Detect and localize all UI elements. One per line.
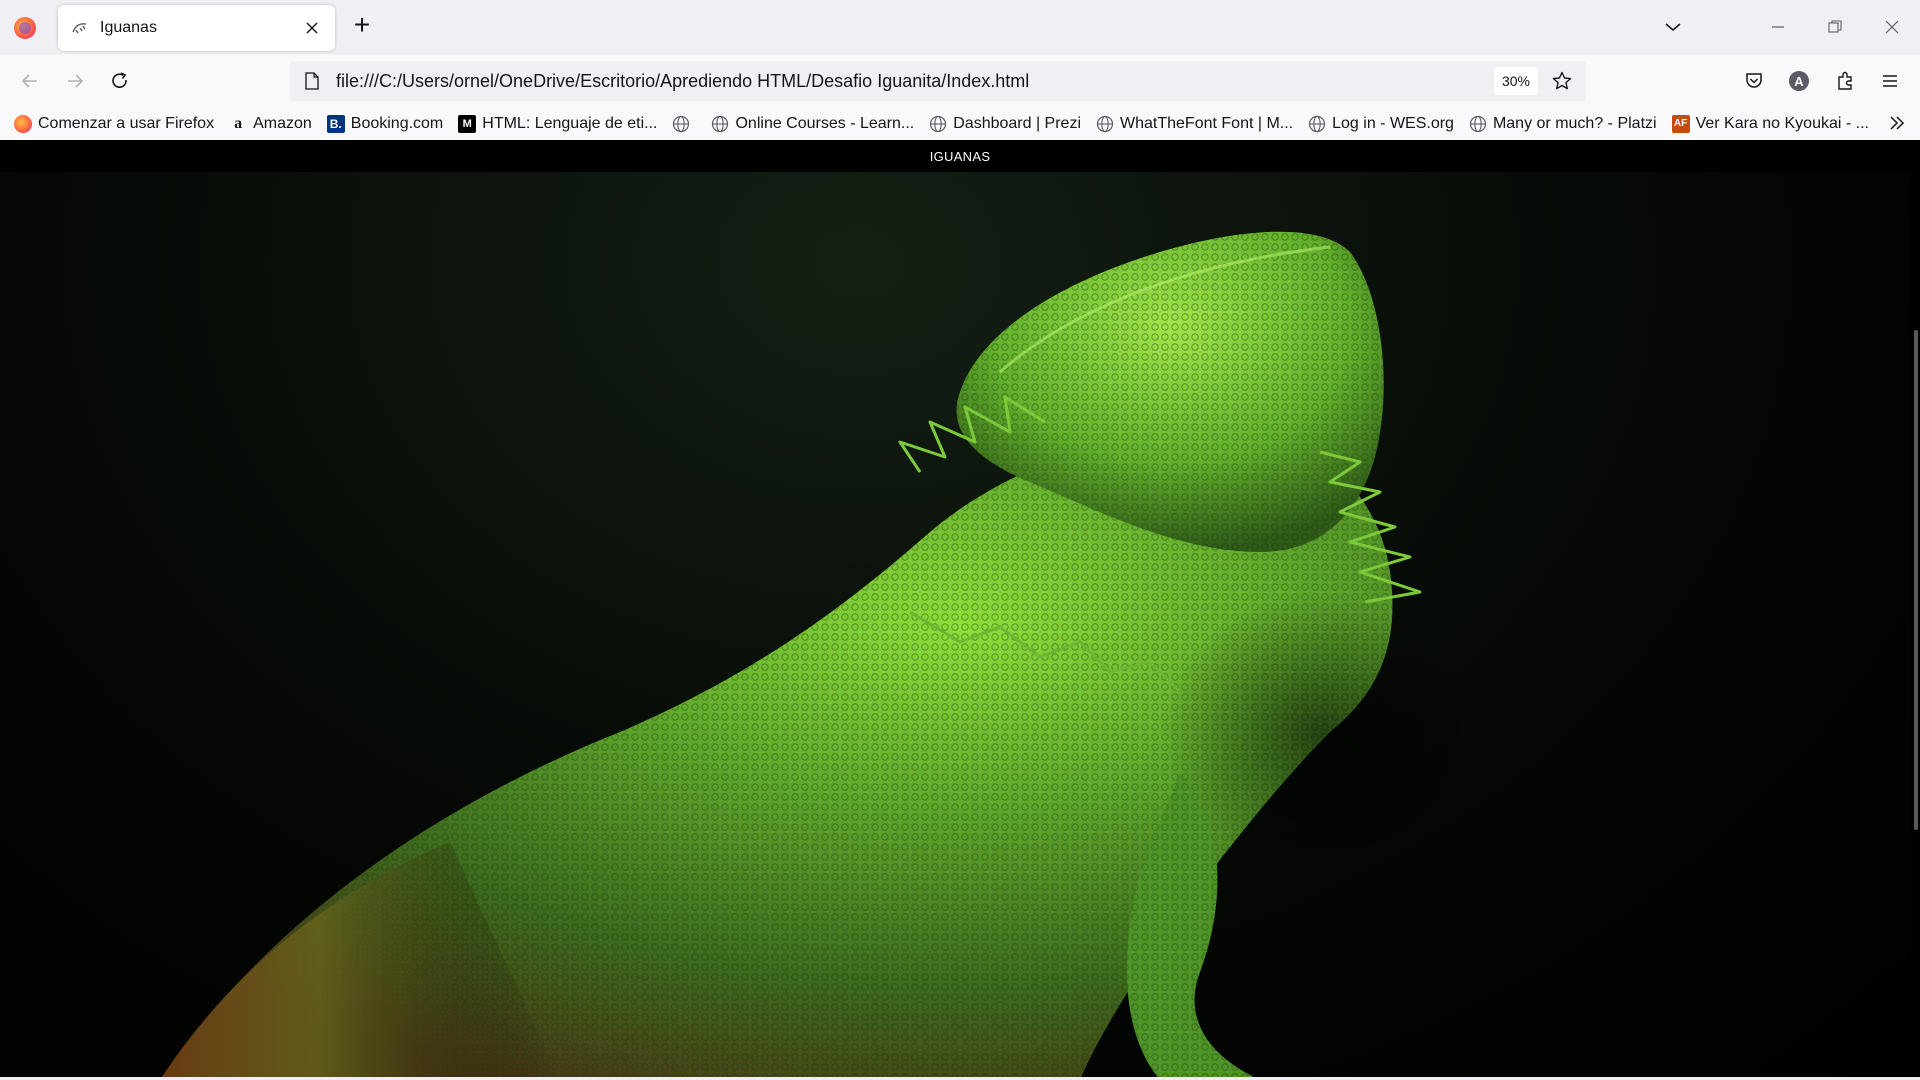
globe-icon — [1096, 115, 1114, 132]
bookmark-item[interactable]: B. Booking.com — [326, 114, 443, 133]
tab-strip: Iguanas + — [0, 0, 1920, 55]
tab-iguanas[interactable]: Iguanas — [58, 5, 335, 51]
close-tab-icon[interactable] — [301, 17, 323, 39]
firefox-logo-icon[interactable] — [14, 17, 36, 39]
forward-arrow-icon[interactable] — [59, 65, 91, 97]
bookmarks-toolbar: Comenzar a usar Firefox a Amazon B. Book… — [0, 107, 1920, 140]
navigation-toolbar: file:///C:/Users/ornel/OneDrive/Escritor… — [0, 55, 1920, 107]
extensions-icon[interactable] — [1829, 65, 1861, 97]
url-text[interactable]: file:///C:/Users/ornel/OneDrive/Escritor… — [336, 71, 1494, 92]
firefox-icon — [14, 114, 32, 133]
menu-hamburger-icon[interactable] — [1874, 65, 1906, 97]
bookmark-item[interactable]: AF Ver Kara no Kyoukai - ... — [1671, 114, 1869, 133]
scrollbar-thumb[interactable] — [1914, 330, 1918, 830]
bookmark-item[interactable] — [672, 115, 696, 133]
booking-icon: B. — [326, 114, 345, 133]
globe-icon — [1469, 115, 1487, 132]
bookmark-item[interactable]: Dashboard | Prezi — [929, 115, 1081, 133]
browser-window: Iguanas + file:///C:/Users/ornel/OneDriv… — [0, 0, 1920, 1080]
amazon-icon: a — [234, 114, 243, 132]
page-icon[interactable] — [302, 71, 322, 91]
bookmark-item[interactable]: Log in - WES.org — [1308, 115, 1454, 133]
account-icon[interactable]: A — [1783, 65, 1815, 97]
animeflv-icon: AF — [1671, 114, 1690, 133]
bookmark-item[interactable]: WhatTheFont Font | M... — [1096, 115, 1293, 133]
address-bar[interactable]: file:///C:/Users/ornel/OneDrive/Escritor… — [290, 61, 1586, 101]
reload-icon[interactable] — [104, 65, 136, 97]
bookmarks-overflow-chevron-icon[interactable] — [1886, 112, 1908, 134]
globe-icon — [1309, 115, 1326, 132]
new-tab-button[interactable]: + — [348, 11, 376, 40]
list-all-tabs-icon[interactable] — [1660, 14, 1686, 40]
close-window-icon[interactable] — [1877, 12, 1907, 42]
zoom-level-badge[interactable]: 30% — [1493, 67, 1538, 95]
page-viewport: IGUANAS — [0, 140, 1920, 1080]
page-scrollbar[interactable] — [1910, 172, 1920, 1080]
pocket-icon[interactable] — [1738, 65, 1770, 97]
restore-icon[interactable] — [1820, 12, 1850, 42]
page-header: IGUANAS — [0, 140, 1920, 172]
globe-icon — [712, 115, 729, 132]
minimize-icon[interactable] — [1763, 12, 1793, 42]
mdn-icon: M — [458, 114, 477, 133]
bookmark-star-icon[interactable] — [1548, 67, 1576, 95]
bookmark-item[interactable]: Comenzar a usar Firefox — [14, 114, 214, 133]
tab-title: Iguanas — [100, 19, 157, 36]
bookmark-item[interactable]: Many or much? - Platzi — [1469, 115, 1657, 133]
bookmark-item[interactable]: M HTML: Lenguaje de eti... — [458, 114, 657, 133]
bookmark-item[interactable]: Online Courses - Learn... — [711, 115, 914, 133]
bookmark-item[interactable]: a Amazon — [229, 115, 312, 133]
globe-icon — [673, 115, 690, 132]
lizard-favicon-icon — [70, 18, 90, 38]
globe-icon — [930, 115, 947, 132]
bearded-dragon-photo — [0, 172, 1910, 1080]
page-title: IGUANAS — [929, 148, 991, 164]
back-arrow-icon[interactable] — [14, 65, 46, 97]
